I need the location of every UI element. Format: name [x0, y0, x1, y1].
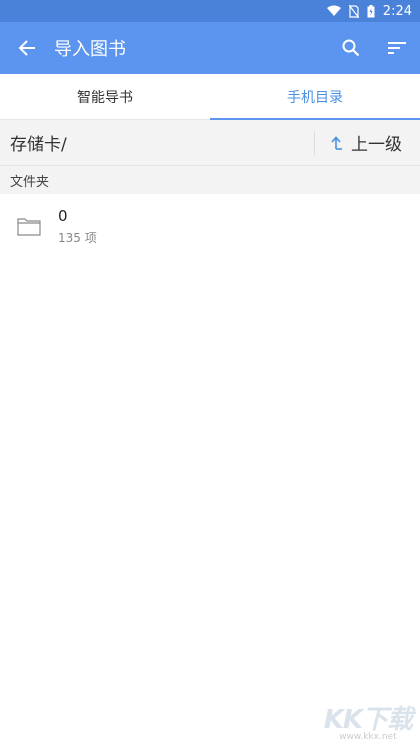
list-item[interactable]: 0 135 项: [0, 194, 420, 258]
folder-item-count: 135 项: [58, 230, 97, 245]
back-button[interactable]: [0, 22, 54, 74]
status-time: 2:24: [382, 3, 412, 19]
arrow-left-icon: [18, 40, 35, 56]
section-header-folders: 文件夹: [0, 166, 420, 194]
tab-bar: 智能导书 手机目录: [0, 74, 420, 120]
search-icon: [342, 39, 360, 57]
sort-button[interactable]: [374, 22, 420, 74]
folder-icon: [0, 216, 58, 236]
up-arrow-icon: [331, 135, 343, 150]
folder-name: 0: [58, 206, 68, 225]
path-bar: 存储卡/ 上一级: [0, 120, 420, 166]
tab-phone-directory[interactable]: 手机目录: [210, 74, 420, 120]
page-title: 导入图书: [54, 39, 126, 60]
watermark: KK下载 www.kkx.net: [323, 699, 413, 742]
battery-icon: [367, 4, 375, 18]
up-level-button[interactable]: 上一级: [314, 130, 420, 155]
status-bar: 2:24: [0, 0, 420, 22]
wifi-icon: [326, 5, 341, 17]
app-bar: 导入图书: [0, 22, 420, 74]
up-level-label: 上一级: [351, 135, 402, 155]
tab-smart-import[interactable]: 智能导书: [0, 74, 210, 119]
sort-icon: [388, 42, 406, 54]
no-sim-icon: [348, 4, 359, 18]
watermark-logo: KK下载: [323, 705, 413, 735]
current-path: 存储卡/: [10, 135, 67, 155]
search-button[interactable]: [328, 22, 374, 74]
